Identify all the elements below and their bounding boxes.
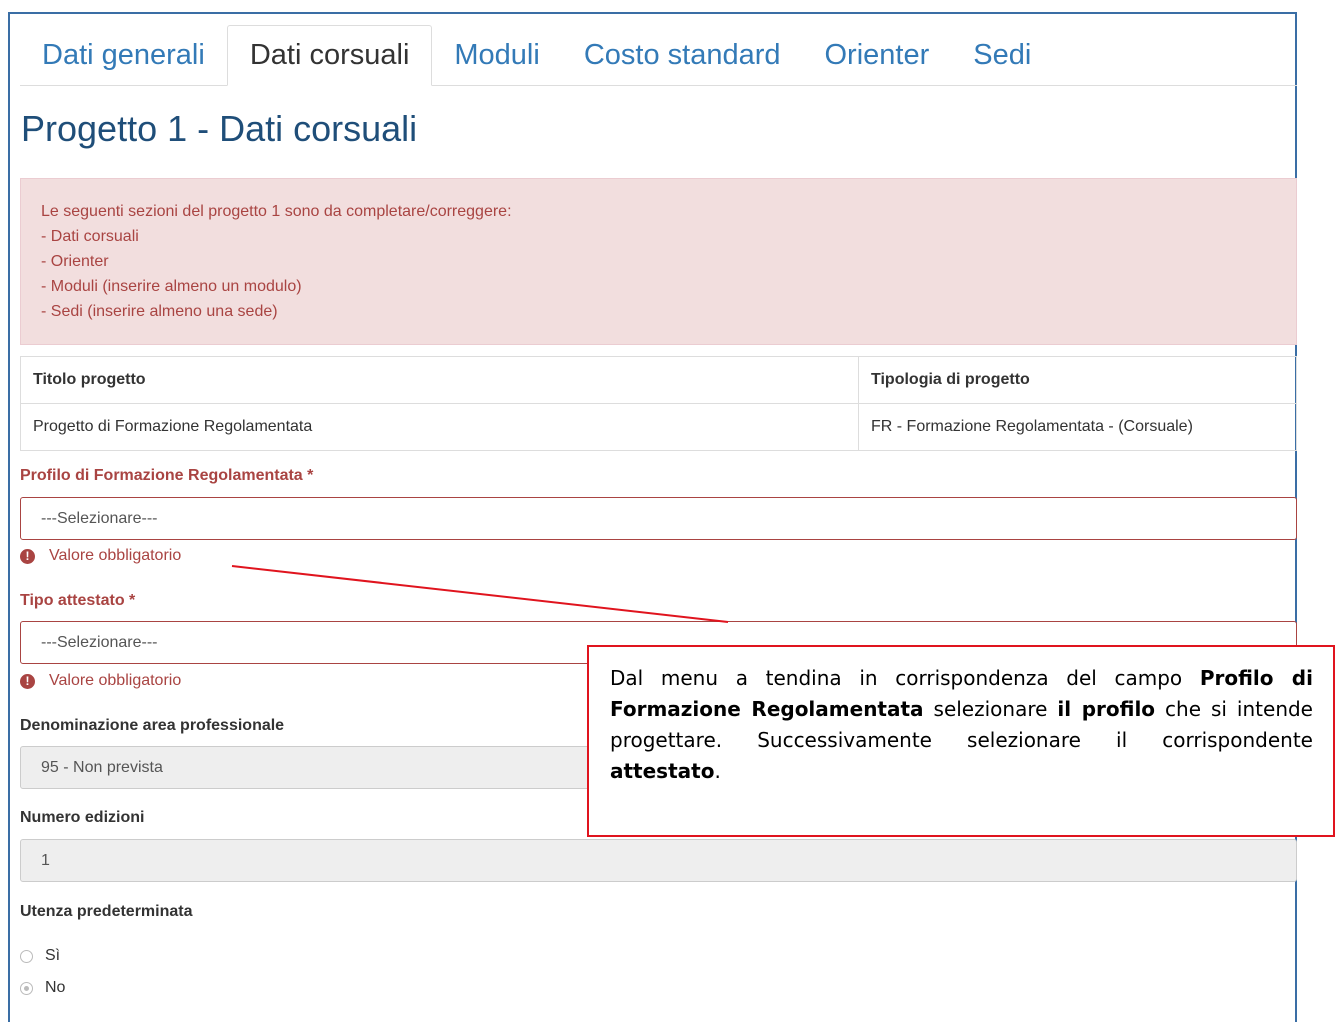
radio-button[interactable] [20, 981, 33, 995]
alert-line: - Moduli (inserire almeno un modulo) [41, 278, 302, 295]
tab-sedi[interactable]: Sedi [951, 25, 1053, 85]
area-label: Denominazione area professionale [20, 717, 285, 734]
radio-no[interactable]: No [20, 979, 65, 997]
tab-moduli[interactable]: Moduli [432, 25, 561, 85]
alert-line: Le seguenti sezioni del progetto 1 sono … [41, 203, 512, 220]
exclamation-icon: ! [20, 548, 35, 564]
project-info-table: Titolo progetto Tipologia di progetto Pr… [20, 356, 1297, 451]
tab-dati-corsuali[interactable]: Dati corsuali [226, 25, 433, 86]
table-header-row: Titolo progetto Tipologia di progetto [20, 356, 1297, 404]
cell-tipologia: FR - Formazione Regolamentata - (Corsual… [858, 403, 1297, 451]
edizioni-label: Numero edizioni [20, 809, 145, 826]
edizioni-field: 1 [20, 839, 1297, 882]
tab-costo-standard[interactable]: Costo standard [562, 25, 803, 85]
column-header-titolo: Titolo progetto [20, 356, 859, 404]
validation-alert: Le seguenti sezioni del progetto 1 sono … [20, 178, 1297, 345]
tab-dati-generali[interactable]: Dati generali [20, 25, 227, 85]
alert-line: - Orienter [41, 253, 109, 270]
cell-titolo: Progetto di Formazione Regolamentata [20, 403, 859, 451]
radio-no-label: No [45, 979, 66, 996]
alert-line: - Dati corsuali [41, 228, 139, 245]
area-value: 95 - Non prevista [41, 758, 163, 776]
radio-si[interactable]: Sì [20, 947, 60, 965]
profilo-select-value: ---Selezionare--- [41, 509, 158, 527]
column-header-tipologia: Tipologia di progetto [858, 356, 1297, 404]
page-title: Progetto 1 - Dati corsuali [21, 108, 418, 149]
radio-button[interactable] [20, 949, 33, 963]
radio-si-label: Sì [45, 947, 61, 964]
edizioni-value: 1 [41, 851, 50, 869]
attestato-error-text: Valore obbligatorio [49, 672, 182, 689]
callout-text: Dal menu a tendina in corrispondenza del… [610, 666, 1200, 690]
profilo-error-text: Valore obbligatorio [49, 547, 182, 564]
table-row: Progetto di Formazione Regolamentata FR … [20, 403, 1297, 451]
attestato-select-value: ---Selezionare--- [41, 633, 158, 651]
callout-text: selezionare [923, 697, 1058, 721]
profilo-label: Profilo di Formazione Regolamentata * [20, 467, 314, 484]
attestato-label: Tipo attestato * [20, 592, 136, 609]
annotation-callout: Dal menu a tendina in corrispondenza del… [587, 645, 1335, 837]
tab-orienter[interactable]: Orienter [803, 25, 952, 85]
attestato-error: ! Valore obbligatorio [20, 672, 181, 690]
tab-bar: Dati generali Dati corsuali Moduli Costo… [20, 24, 1297, 86]
callout-bold: attestato [610, 759, 715, 783]
callout-text: . [714, 759, 721, 783]
utenza-label: Utenza predeterminata [20, 903, 193, 920]
callout-bold: il profilo [1057, 697, 1156, 721]
exclamation-icon: ! [20, 673, 35, 689]
profilo-select[interactable]: ---Selezionare--- [20, 497, 1297, 540]
profilo-error: ! Valore obbligatorio [20, 547, 181, 565]
alert-line: - Sedi (inserire almeno una sede) [41, 303, 278, 320]
